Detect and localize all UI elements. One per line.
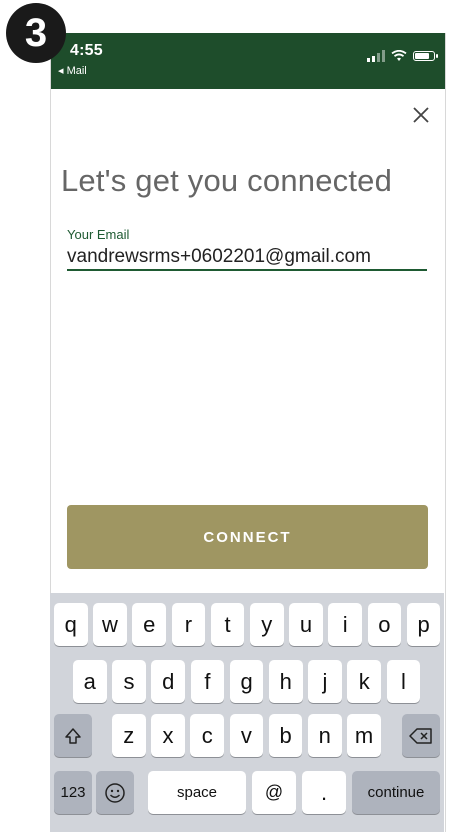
key-e[interactable]: e [132,603,166,646]
page-title: Let's get you connected [60,163,393,198]
battery-level-fill [415,53,429,59]
status-icons [367,50,438,62]
key-h[interactable]: h [269,660,303,703]
key-z[interactable]: z [112,714,146,757]
key-f[interactable]: f [190,660,225,703]
emoji-icon[interactable] [96,771,134,814]
status-time: 4:55 [70,42,103,59]
email-input[interactable] [67,245,427,271]
keyboard: 123 space @ . continue qwertyuiop asdfghj… [50,593,444,832]
key-m[interactable]: m [347,714,381,757]
battery-icon [413,51,438,61]
key-s[interactable]: s [112,660,146,703]
email-label: Your Email [67,227,130,242]
back-to-mail-link[interactable]: ◂ Mail [58,64,87,77]
key-b[interactable]: b [268,714,303,757]
key-d[interactable]: d [151,660,185,703]
at-key[interactable]: @ [252,771,296,814]
key-o[interactable]: o [367,603,402,646]
status-bar: 4:55 ◂ Mail [51,33,445,89]
key-r[interactable]: r [171,603,206,646]
space-key[interactable]: space [148,771,246,814]
key-v[interactable]: v [229,714,264,757]
key-n[interactable]: n [308,714,342,757]
dot-key[interactable]: . [302,771,346,814]
key-p[interactable]: p [406,603,441,646]
key-y[interactable]: y [250,603,284,646]
shift-icon[interactable] [54,714,92,757]
key-q[interactable]: q [54,603,88,646]
key-j[interactable]: j [308,660,342,703]
key-w[interactable]: w [93,603,127,646]
backspace-icon[interactable] [402,714,440,757]
key-i[interactable]: i [328,603,362,646]
step-number-badge: 3 [6,3,66,63]
key-a[interactable]: a [73,660,107,703]
connect-button[interactable]: CONNECT [67,505,428,569]
key-l[interactable]: l [386,660,421,703]
key-u[interactable]: u [289,603,323,646]
key-t[interactable]: t [210,603,245,646]
close-icon[interactable] [410,104,432,126]
key-g[interactable]: g [229,660,264,703]
wifi-icon [391,50,407,61]
continue-key[interactable]: continue [352,771,440,814]
key-k[interactable]: k [347,660,381,703]
signal-bars-icon [367,50,385,62]
numbers-key[interactable]: 123 [54,771,92,814]
key-x[interactable]: x [151,714,185,757]
key-c[interactable]: c [190,714,224,757]
